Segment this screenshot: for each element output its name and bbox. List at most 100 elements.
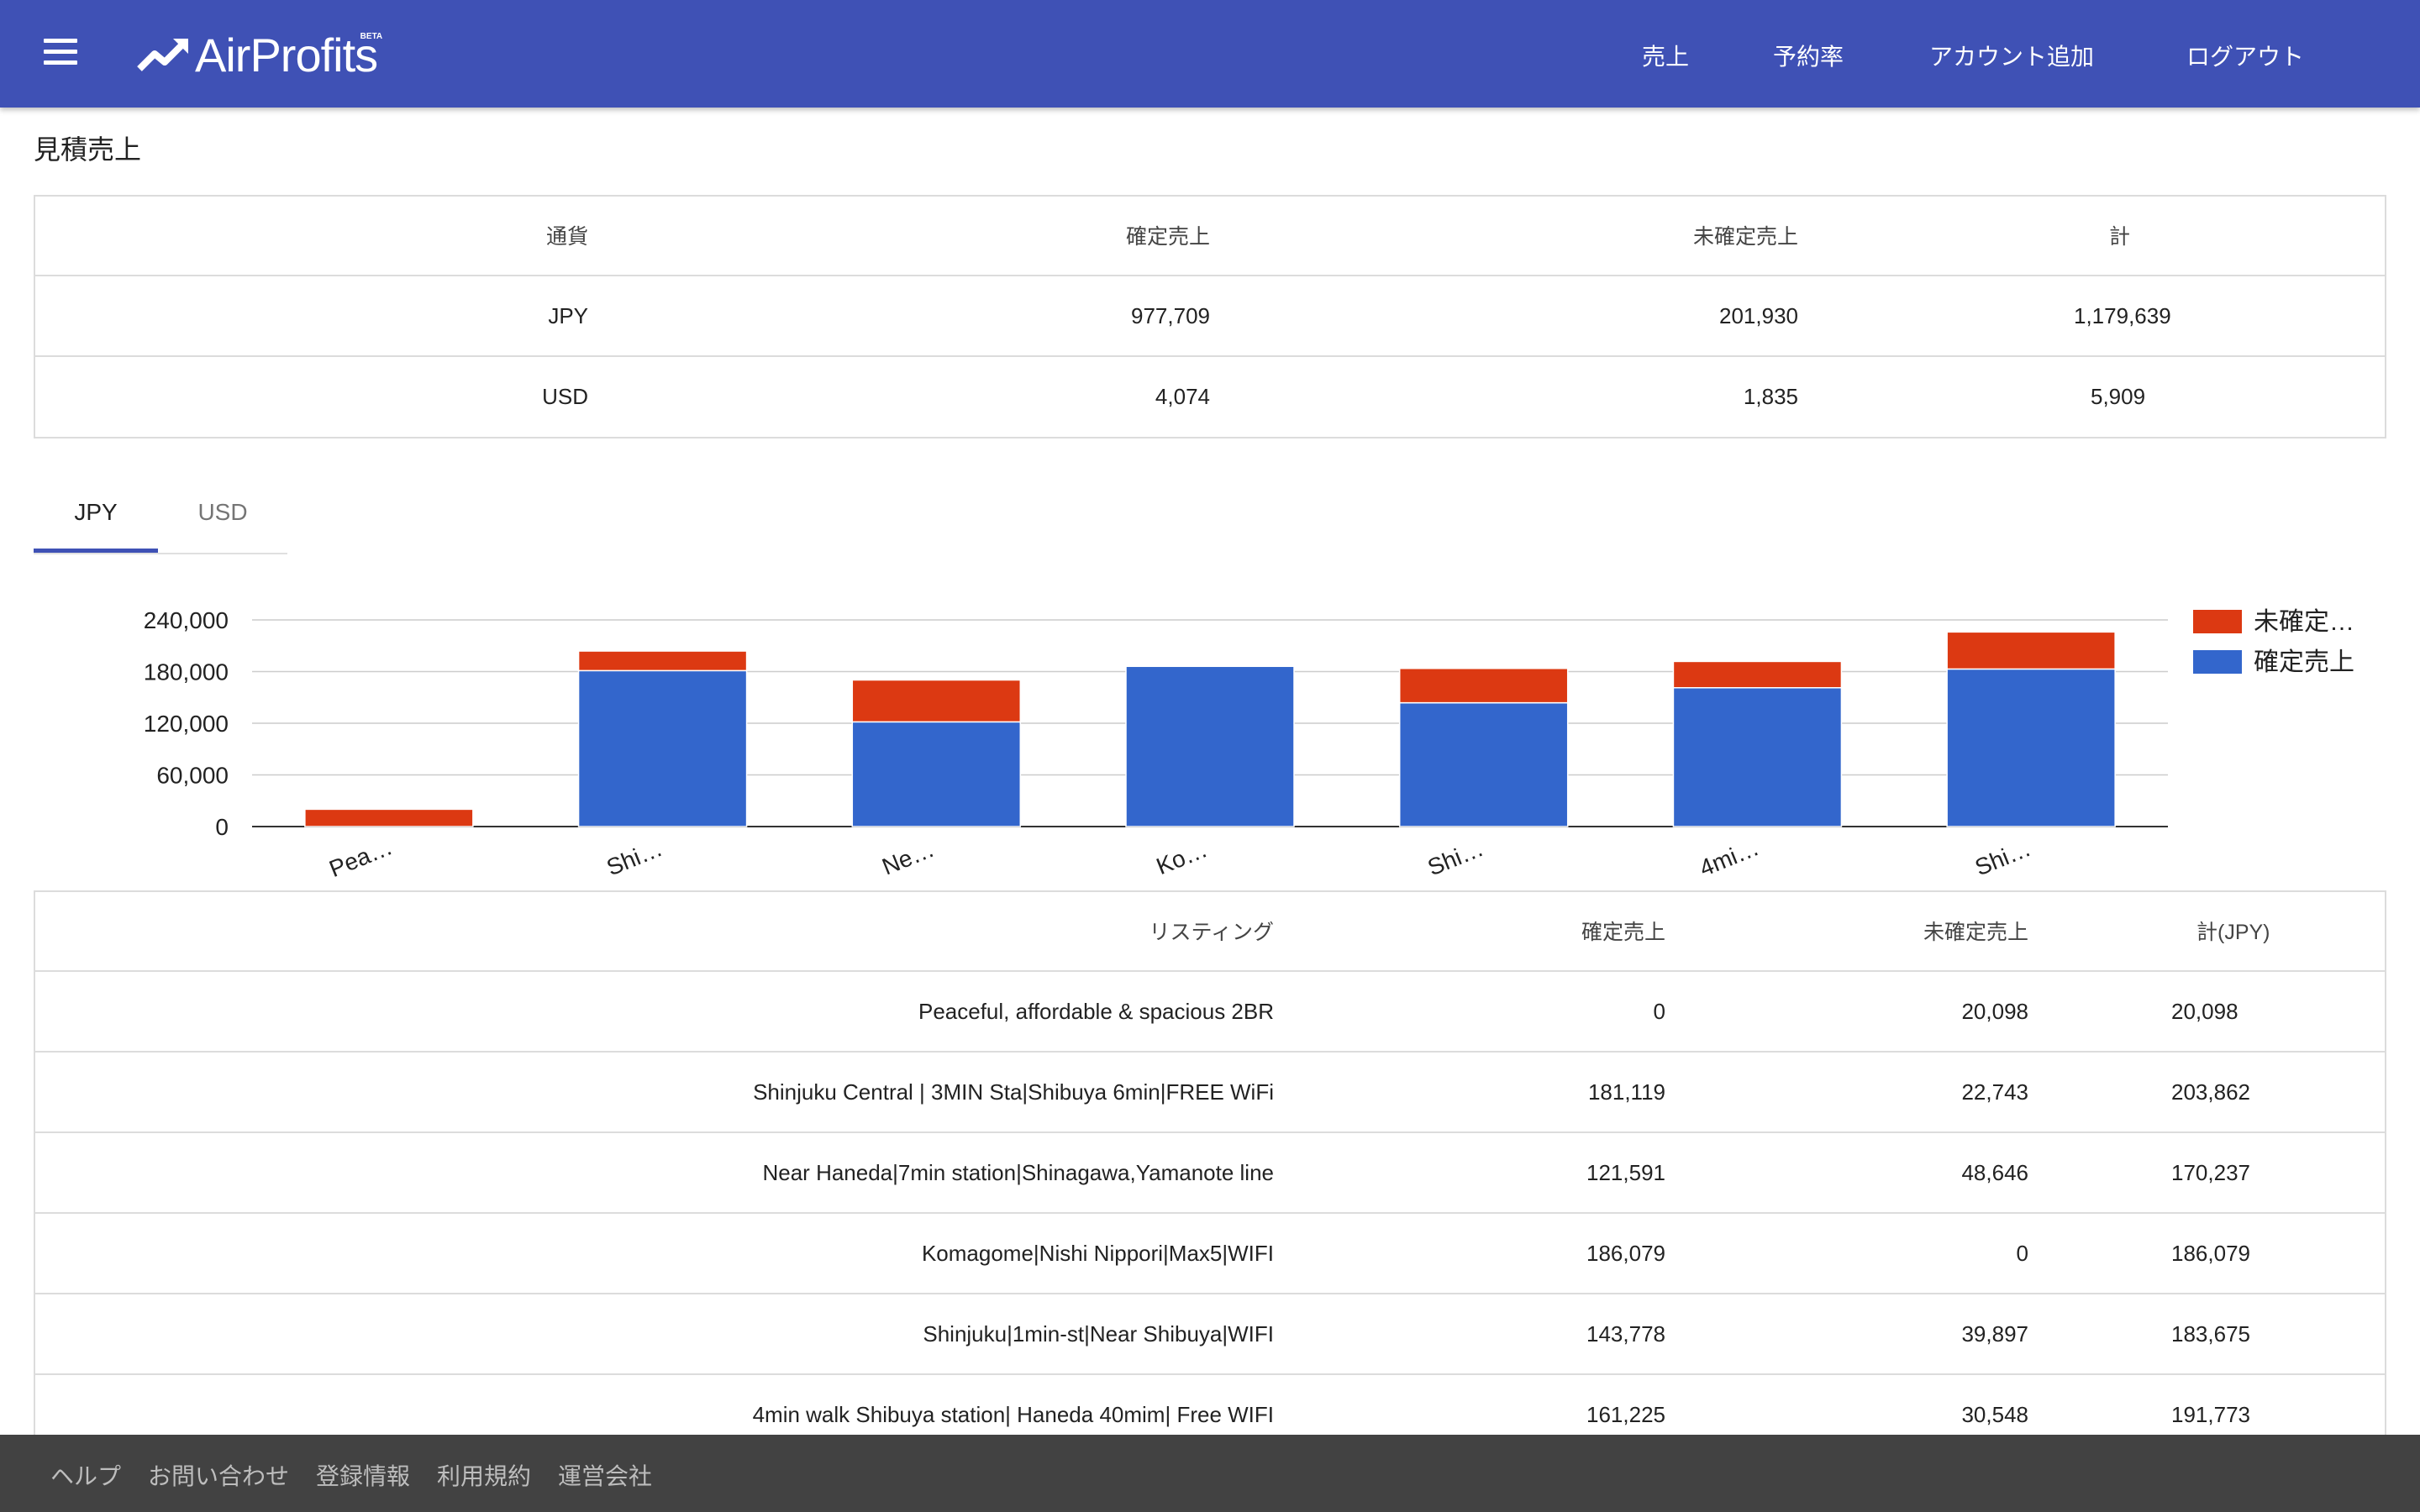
cell-confirmed: 0 [1274,970,1665,1052]
col-total-jpy: 計(JPY) [2196,921,2270,944]
cell-total: 183,675 [2028,1293,2386,1374]
cell-total: 186,079 [2028,1212,2386,1294]
listings-header-row: リスティング 確定売上 未確定売上 計(JPY) [34,891,2386,971]
footer-help[interactable]: ヘルプ [50,1458,121,1492]
table-row: JPY 977,709 201,930 1,179,639 [34,275,2386,356]
cell-confirmed: 181,119 [1274,1051,1665,1132]
footer-company[interactable]: 運営会社 [558,1458,652,1492]
legend-label: 確定売上 [2254,648,2354,676]
cell-total: 203,862 [2028,1051,2386,1132]
y-axis-labels: 0 60,000 120,000 180,000 240,000 [144,607,229,840]
beta-badge: BETA [360,32,383,41]
cell-total: 1,179,639 [1798,275,2386,356]
table-row[interactable]: Shinjuku|1min-st|Near Shibuya|WIFI 143,77… [34,1293,2386,1374]
bar-segment [1398,701,1569,827]
cell-currency: JPY [34,275,588,356]
nav-logout[interactable]: ログアウト [2186,39,2304,72]
y-tick-label: 60,000 [156,763,229,789]
trending-up-icon [137,39,188,71]
bar-segment [1125,665,1295,827]
bar-segment [577,669,748,827]
chart-legend: 未確定… 確定売上 [2193,608,2354,676]
table-row: USD 4,074 1,835 5,909 [34,355,2386,436]
cell-listing: Shinjuku|1min-st|Near Shibuya|WIFI [34,1293,1274,1374]
cell-confirmed: 186,079 [1274,1212,1665,1294]
y-tick-label: 180,000 [144,659,229,685]
col-currency: 通貨 [545,225,588,249]
table-row[interactable]: Komagome|Nishi Nippori|Max5|WIFI 186,079 0… [34,1212,2386,1294]
tab-usd[interactable]: USD [158,477,287,553]
bar-segment [851,679,1022,723]
col-unconfirmed: 未確定売上 [1692,225,1798,249]
table-row[interactable]: Shinjuku Central | 3MIN Sta|Shibuya 6min… [34,1051,2386,1132]
col-confirmed: 確定売上 [1581,921,1665,944]
col-confirmed: 確定売上 [1125,225,1210,249]
cell-unconfirmed: 39,897 [1665,1293,2028,1374]
table-row[interactable]: Peaceful, affordable & spacious 2BR 0 20,0… [34,970,2386,1052]
cell-confirmed: 4,074 [588,355,1210,436]
cell-confirmed: 121,591 [1274,1131,1665,1213]
x-tick-label: Shi… [1971,835,2034,880]
cell-listing: Near Haneda|7min station|Shinagawa,Yaman… [34,1131,1274,1213]
x-axis-labels: Pea… Shi… Ne… Ko… Shi… 4mi… Shi… [325,833,2034,882]
legend-swatch [2193,610,2242,633]
footer-contact[interactable]: お問い合わせ [148,1458,289,1492]
cell-total: 170,237 [2028,1131,2386,1213]
tab-jpy[interactable]: JPY [34,477,158,553]
cell-total: 5,909 [1798,355,2386,436]
bar-segment [1946,631,2116,670]
footer: ヘルプ お問い合わせ 登録情報 利用規約 運営会社 [0,1435,2420,1512]
cell-listing: Peaceful, affordable & spacious 2BR [34,970,1274,1052]
cell-unconfirmed: 22,743 [1665,1051,2028,1132]
x-tick-label: Ne… [878,836,938,880]
bar-segment [1946,668,2116,827]
x-tick-label: Ko… [1153,836,1211,879]
summary-header-row: 通貨 確定売上 未確定売上 計 [34,196,2386,276]
cell-unconfirmed: 48,646 [1665,1131,2028,1213]
footer-registration[interactable]: 登録情報 [316,1458,410,1492]
bar-segment [577,650,748,672]
menu-icon[interactable] [44,39,77,67]
legend-swatch [2193,650,2242,674]
y-tick-label: 240,000 [144,607,229,633]
nav-occupancy[interactable]: 予約率 [1773,39,1844,72]
nav-sales[interactable]: 売上 [1642,39,1689,72]
stacked-bar-chart: 0 60,000 120,000 180,000 240,000 Pea… Shi… Ne…… [144,607,2354,882]
bar-segment [1398,667,1569,704]
cell-listing: Shinjuku Central | 3MIN Sta|Shibuya 6min… [34,1051,1274,1132]
footer-terms[interactable]: 利用規約 [437,1458,531,1492]
legend-label: 未確定… [2254,608,2354,636]
cell-confirmed: 143,778 [1274,1293,1665,1374]
x-tick-label: 4mi… [1696,834,1762,881]
app-logo[interactable]: AirProfits BETA [136,25,382,84]
chart-bars [304,631,2116,827]
x-tick-label: Shi… [1424,835,1487,880]
app-header: AirProfits BETA 売上 予約率 アカウント追加 ログアウト [0,0,2420,108]
listings-table: リスティング 確定売上 未確定売上 計(JPY) Peaceful, affor… [34,891,2386,1454]
y-tick-label: 120,000 [144,711,229,737]
cell-unconfirmed: 20,098 [1665,970,2028,1052]
bar-segment [851,721,1022,827]
cell-unconfirmed: 1,835 [1210,355,1798,436]
logo-text: AirProfits [195,28,378,81]
cell-total: 20,098 [2028,970,2386,1052]
cell-confirmed: 977,709 [588,275,1210,356]
nav-add-account[interactable]: アカウント追加 [1929,39,2094,72]
x-tick-label: Shi… [602,835,666,880]
summary-table: 通貨 確定売上 未確定売上 計 JPY 977,709 201,930 1,17… [34,196,2386,436]
currency-tabs: JPY USD [34,477,287,554]
x-tick-label: Pea… [325,833,396,882]
bar-segment [304,808,474,827]
cell-unconfirmed: 0 [1665,1212,2028,1294]
col-listing: リスティング [1149,921,1274,944]
bar-segment [1672,660,1843,689]
table-row[interactable]: Near Haneda|7min station|Shinagawa,Yaman… [34,1131,2386,1213]
cell-unconfirmed: 201,930 [1210,275,1798,356]
cell-listing: Komagome|Nishi Nippori|Max5|WIFI [34,1212,1274,1294]
col-total: 計 [2109,225,2131,249]
page-title: 見積売上 [34,134,142,165]
cell-currency: USD [34,355,588,436]
y-tick-label: 0 [215,814,229,840]
col-unconfirmed: 未確定売上 [1923,921,2028,944]
bar-segment [1672,686,1843,827]
